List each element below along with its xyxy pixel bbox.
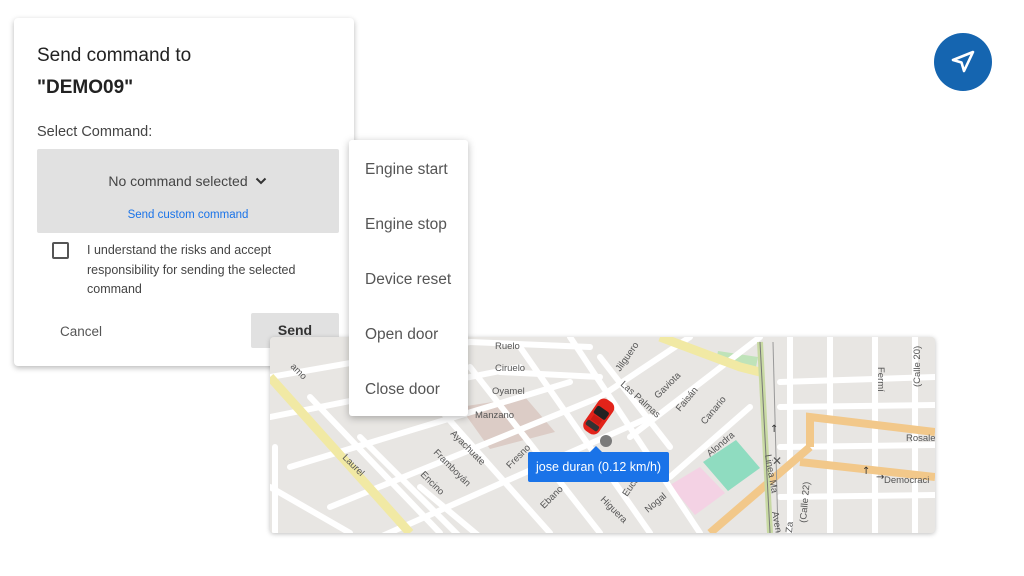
select-command-label: Select Command: [37,124,153,140]
street-label: (Calle 20) [912,346,923,387]
street-label: Ciruelo [495,363,525,374]
command-select[interactable]: No command selected Send custom command [37,149,339,233]
command-dropdown-menu: Engine start Engine stop Device reset Op… [349,140,468,416]
send-command-dialog: Send command to "DEMO09" Select Command:… [14,18,354,366]
street-label: Democraci [884,475,929,486]
vehicle-popup[interactable]: jose duran (0.12 km/h) [528,446,670,482]
menu-item-close-door[interactable]: Close door [365,381,440,399]
menu-item-device-reset[interactable]: Device reset [365,271,451,289]
street-label: Ruelo [495,341,520,352]
menu-item-engine-stop[interactable]: Engine stop [365,216,447,234]
menu-item-engine-start[interactable]: Engine start [365,161,448,179]
street-label: Manzano [475,410,514,421]
dialog-title: Send command to [37,45,192,66]
street-label: Oyamel [492,386,525,397]
svg-text:↑: ↑ [862,466,870,477]
device-name: "DEMO09" [37,77,134,98]
chevron-down-icon [255,177,266,185]
navigation-button[interactable] [934,33,992,91]
street-label: Fermí [875,367,886,392]
street-label: Za [784,521,796,533]
cancel-button[interactable]: Cancel [44,318,118,346]
menu-item-open-door[interactable]: Open door [365,326,438,344]
street-label: Rosale [906,433,935,444]
command-select-value: No command selected [108,173,248,189]
svg-text:✕: ✕ [772,454,782,468]
svg-text:↑: ↑ [770,424,778,435]
command-select-value-row[interactable]: No command selected [37,173,339,189]
send-custom-command-link[interactable]: Send custom command [37,209,339,221]
acknowledge-checkbox[interactable] [52,242,69,259]
navigation-arrow-icon [951,50,975,73]
svg-text:→: → [876,472,884,483]
acknowledge-text: I understand the risks and accept respon… [87,243,296,296]
